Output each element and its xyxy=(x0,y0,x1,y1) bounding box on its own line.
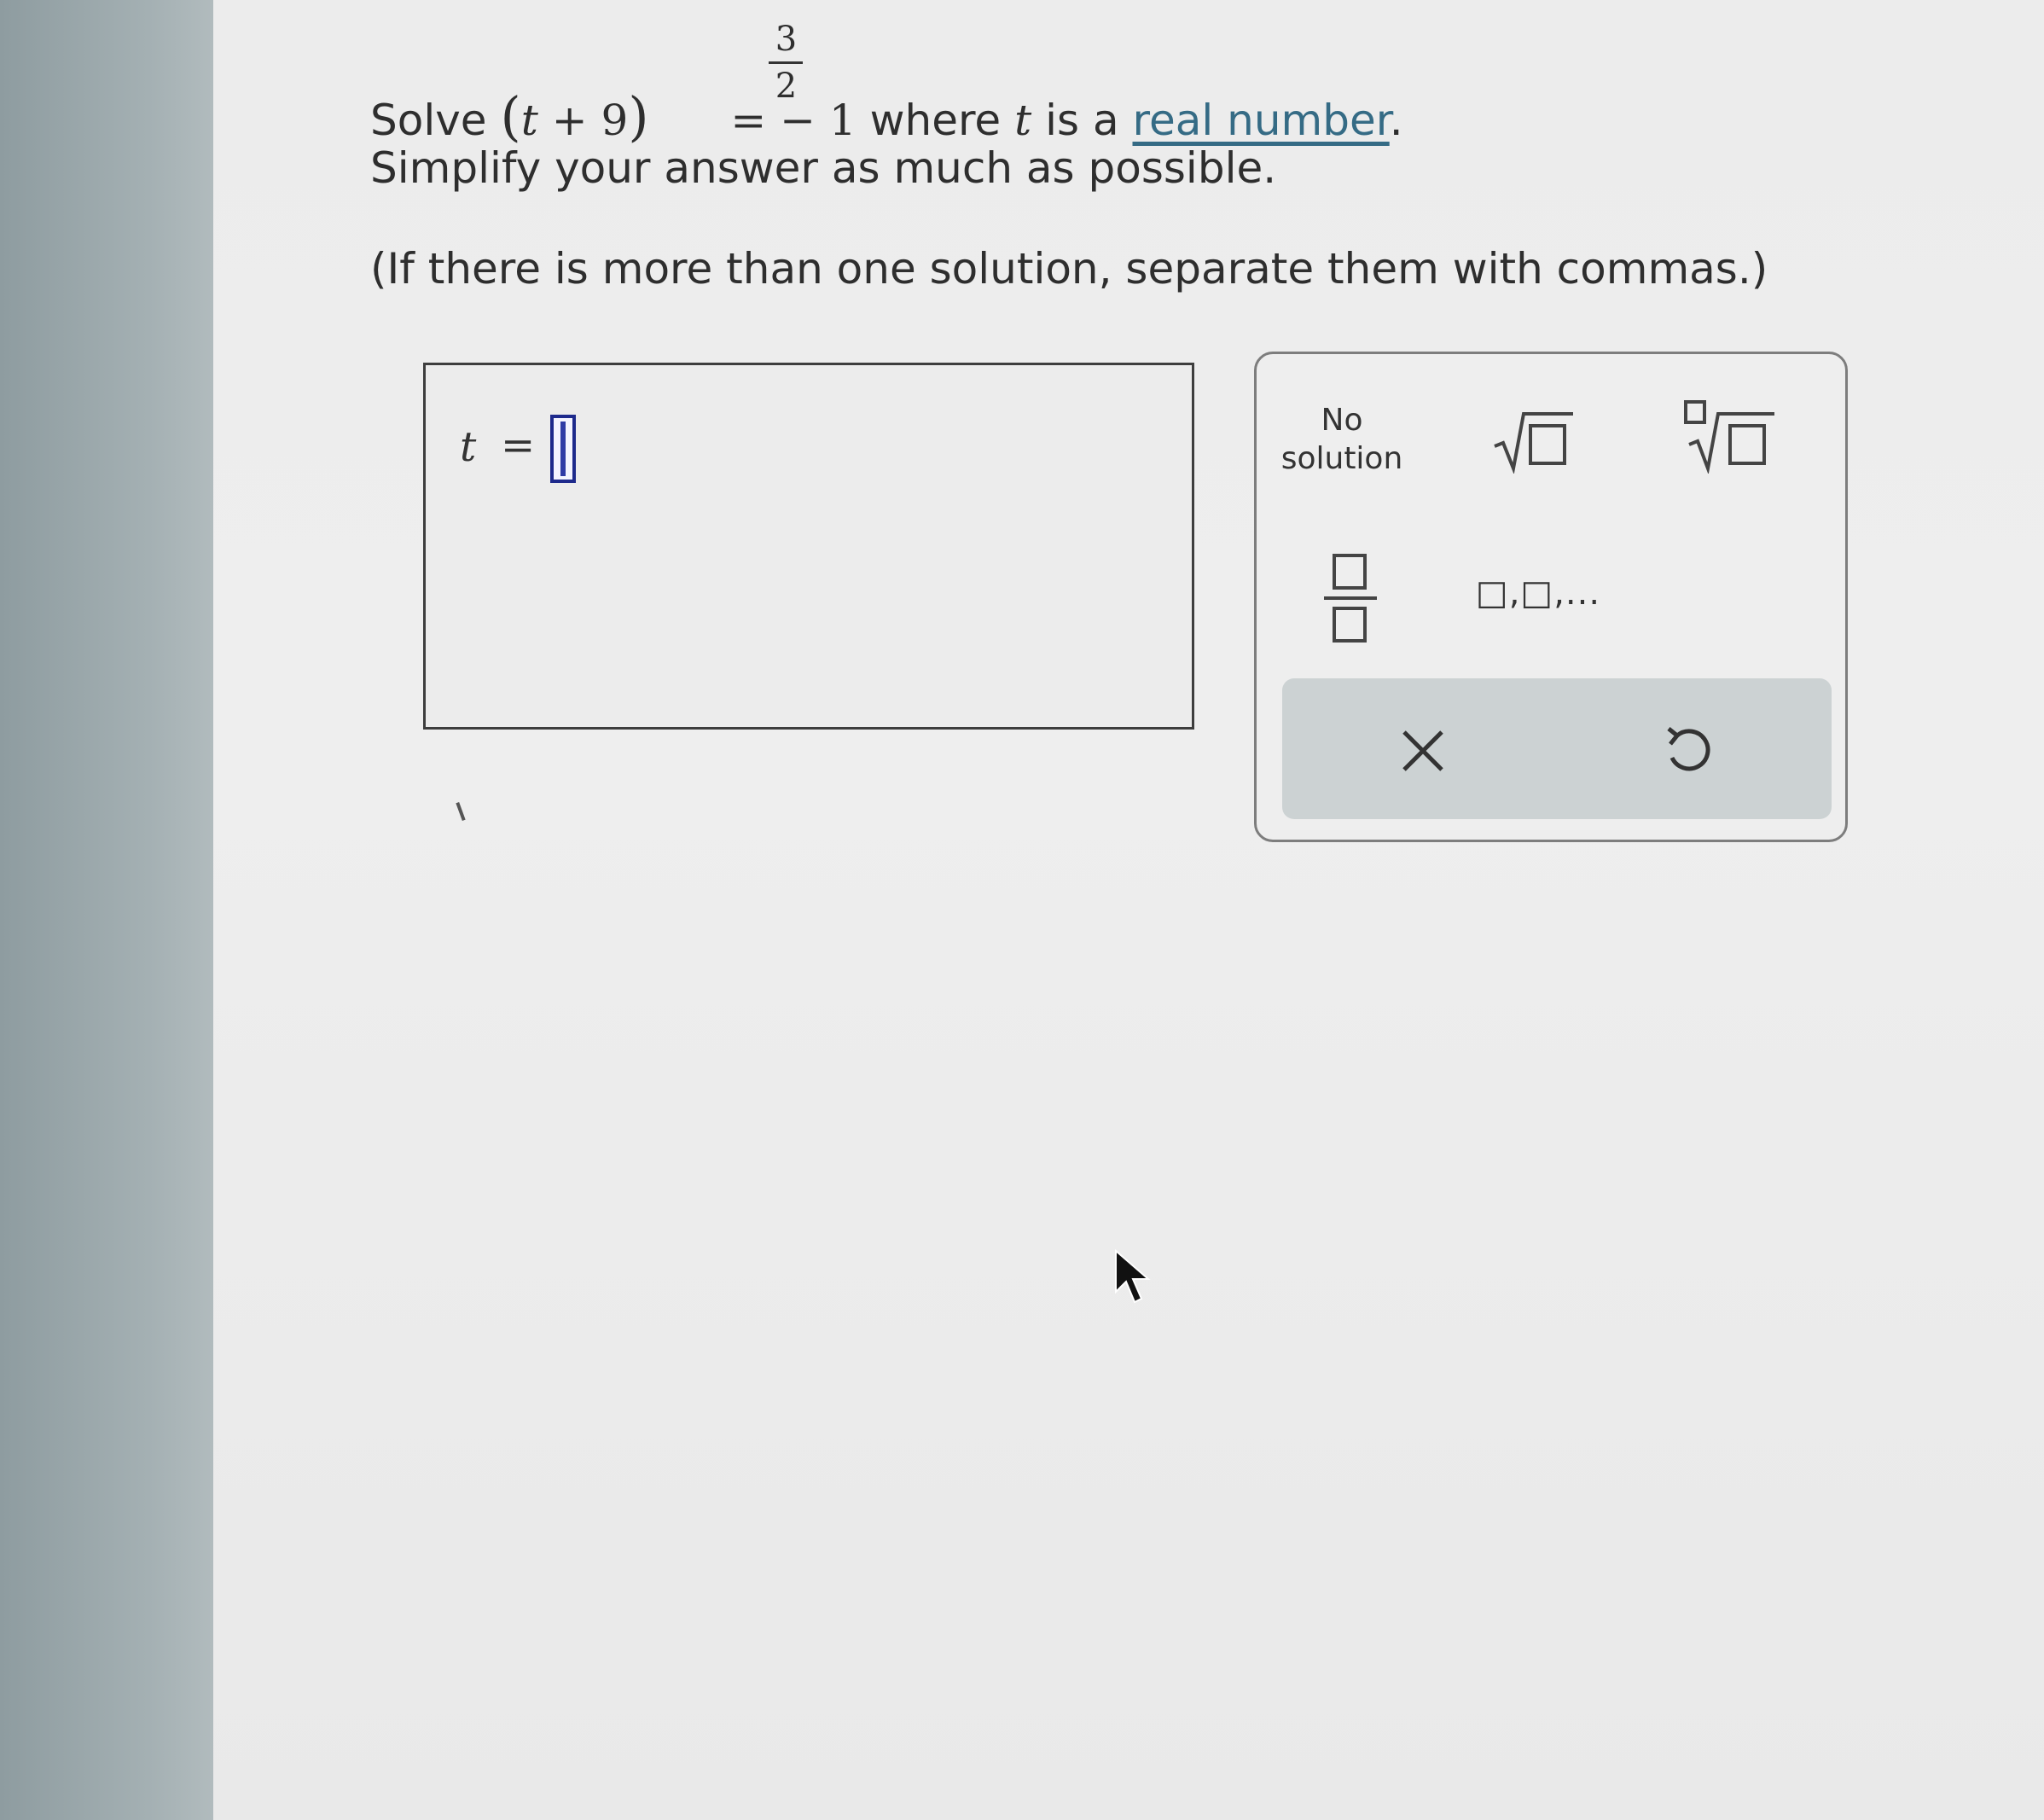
screen-bezel xyxy=(0,0,247,1820)
open-paren: ( xyxy=(500,85,521,148)
question-line-3: (If there is more than one solution, sep… xyxy=(370,244,1768,294)
nth-root-button[interactable] xyxy=(1675,388,1786,482)
base-constant: 9 xyxy=(601,96,629,145)
real-number-link[interactable]: real number xyxy=(1133,96,1390,145)
close-icon xyxy=(1402,730,1443,771)
exponent-fraction: 3 2 xyxy=(769,20,804,106)
list-button[interactable]: □,□,... xyxy=(1470,546,1606,640)
math-keypad: No solution □,□,... xyxy=(1254,352,1848,842)
variable-t: t xyxy=(1014,96,1032,145)
nth-root-icon xyxy=(1684,400,1774,474)
no-solution-button[interactable]: No solution xyxy=(1274,388,1410,491)
answer-variable: t xyxy=(460,423,477,471)
no-solution-label-2: solution xyxy=(1280,441,1403,476)
clear-button[interactable] xyxy=(1359,704,1487,798)
fraction-bar xyxy=(769,61,804,64)
close-paren: ) xyxy=(628,85,649,148)
square-root-icon xyxy=(1494,412,1573,474)
plus-operator: + xyxy=(551,96,588,145)
answer-input-box[interactable]: t = xyxy=(423,363,1194,730)
equation: (t + 9) 3 2 = − 1 xyxy=(500,22,869,148)
question-line-2: Simplify your answer as much as possible… xyxy=(370,143,1277,193)
no-solution-label-1: No xyxy=(1321,403,1363,438)
where-text: where xyxy=(869,96,1002,145)
keypad-action-bar xyxy=(1282,678,1832,819)
exponent-denominator: 2 xyxy=(775,67,798,106)
mouse-pointer-icon xyxy=(1115,1249,1151,1304)
fraction-icon xyxy=(1324,554,1377,643)
period: . xyxy=(1389,96,1403,145)
answer-equals: = xyxy=(501,422,536,469)
question-line-1: Solve (t + 9) 3 2 = − 1 where t is a rea… xyxy=(370,22,1403,148)
solve-word: Solve xyxy=(370,96,487,145)
undo-button[interactable] xyxy=(1623,704,1751,798)
fraction-button[interactable] xyxy=(1308,542,1393,653)
square-root-button[interactable] xyxy=(1487,397,1581,482)
answer-entry-slot[interactable] xyxy=(550,415,576,483)
is-a-text: is a xyxy=(1045,96,1119,145)
base-variable: t xyxy=(520,96,538,145)
undo-icon xyxy=(1667,727,1710,771)
exponent-numerator: 3 xyxy=(775,20,798,59)
list-icon: □,□,... xyxy=(1475,573,1601,613)
